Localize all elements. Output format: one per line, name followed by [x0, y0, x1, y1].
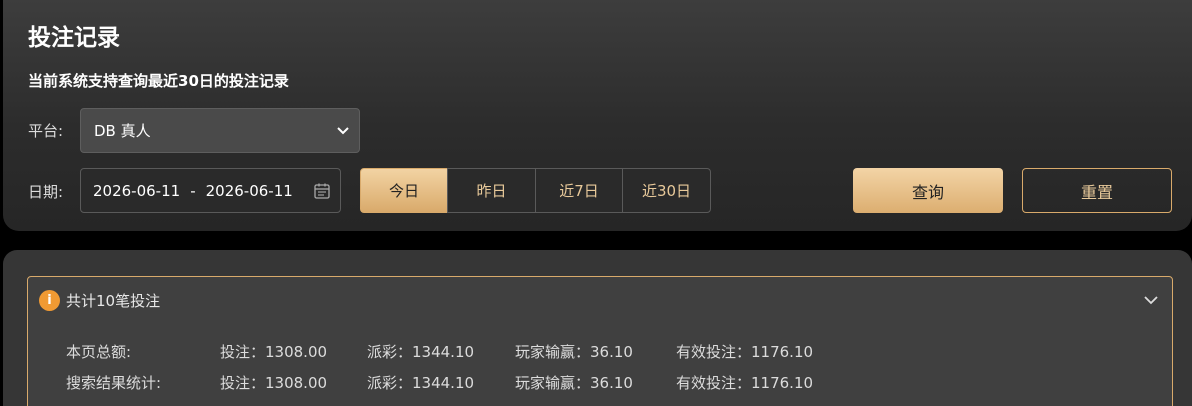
info-icon: i [39, 289, 60, 311]
query-button[interactable]: 查询 [853, 168, 1003, 213]
summary-header[interactable]: i 共计10笔投注 [39, 289, 160, 311]
date-range-input[interactable]: 2026-06-11 - 2026-06-11 [80, 168, 341, 213]
quick-range-group: 今日 昨日 近7日 近30日 [360, 168, 711, 213]
player-win-total: 玩家输赢：36.10 [515, 343, 633, 361]
page-subtitle: 当前系统支持查询最近30日的投注记录 [28, 72, 289, 90]
chevron-down-icon [337, 127, 349, 135]
range-7days-button[interactable]: 近7日 [535, 168, 623, 213]
platform-value: DB 真人 [94, 122, 151, 140]
valid-bet-total: 有效投注：1176.10 [676, 343, 814, 361]
calendar-icon[interactable] [313, 182, 331, 200]
date-end[interactable]: 2026-06-11 [206, 182, 293, 200]
bet-total: 投注：1308.00 [220, 374, 328, 392]
summary-box: i 共计10笔投注 本页总额: 投注：1308.00 派彩：1344.10 玩家… [27, 276, 1173, 406]
bet-total: 投注：1308.00 [220, 343, 328, 361]
date-separator: - [190, 181, 196, 200]
payout-total: 派彩：1344.10 [367, 343, 475, 361]
chevron-down-icon[interactable] [1142, 291, 1160, 309]
date-label: 日期: [28, 183, 64, 201]
platform-select[interactable]: DB 真人 [80, 108, 360, 153]
range-yesterday-button[interactable]: 昨日 [447, 168, 536, 213]
reset-button[interactable]: 重置 [1022, 168, 1172, 213]
player-win-total: 玩家输赢：36.10 [515, 374, 633, 392]
range-today-button[interactable]: 今日 [360, 168, 448, 213]
filter-panel: 投注记录 当前系统支持查询最近30日的投注记录 平台: DB 真人 日期: 20… [3, 0, 1192, 231]
results-panel: i 共计10笔投注 本页总额: 投注：1308.00 派彩：1344.10 玩家… [3, 250, 1192, 406]
row-label: 搜索结果统计: [66, 374, 162, 392]
row-label: 本页总额: [66, 343, 132, 361]
range-30days-button[interactable]: 近30日 [622, 168, 711, 213]
summary-title: 共计10笔投注 [66, 291, 161, 310]
date-start[interactable]: 2026-06-11 [93, 182, 180, 200]
payout-total: 派彩：1344.10 [367, 374, 475, 392]
page-title: 投注记录 [28, 25, 120, 51]
valid-bet-total: 有效投注：1176.10 [676, 374, 814, 392]
platform-label: 平台: [28, 122, 64, 140]
